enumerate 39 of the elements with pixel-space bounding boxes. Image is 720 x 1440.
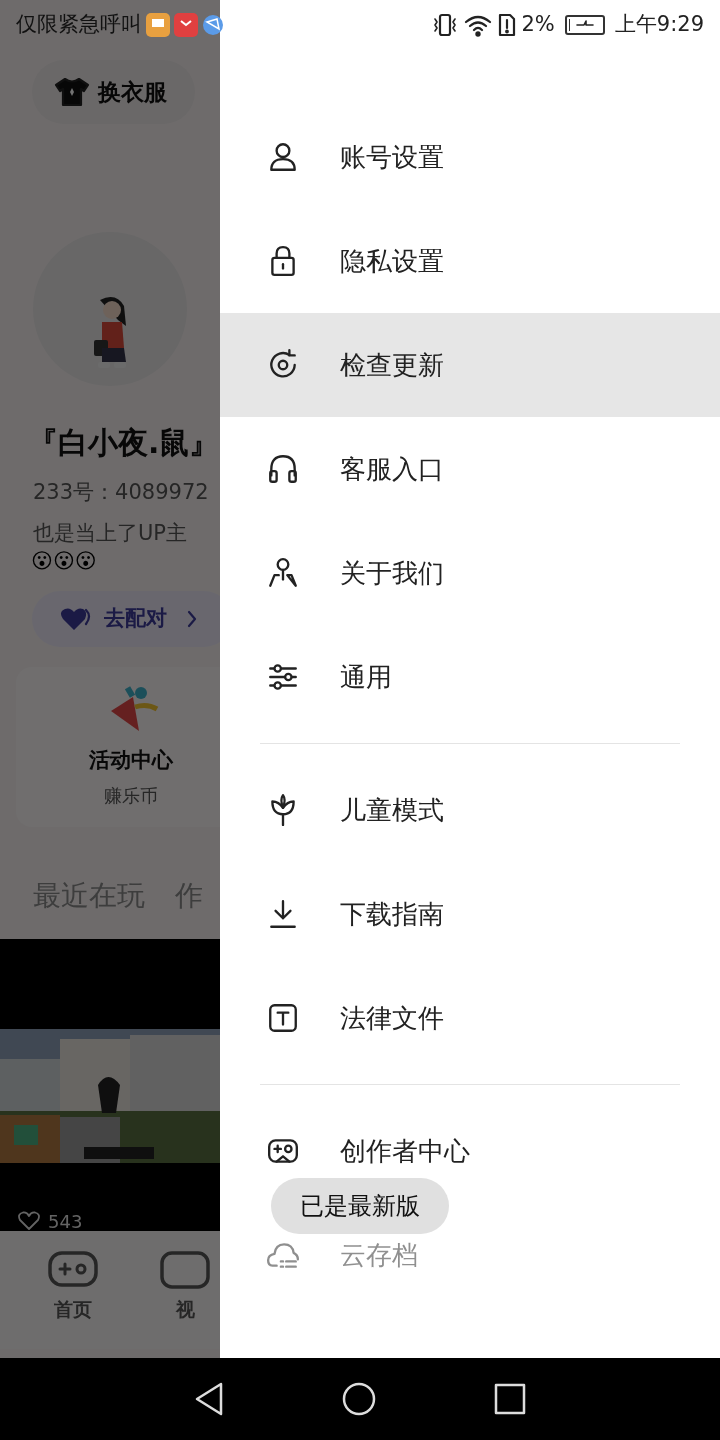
home-icon [342, 1382, 376, 1416]
app-notification-icon [174, 13, 198, 37]
user-bio: 也是当上了UP主 [33, 519, 189, 547]
menu-item[interactable]: 下载指南 [220, 894, 720, 934]
activity-title: 活动中心 [89, 746, 173, 774]
menu-item[interactable]: 法律文件 [220, 998, 720, 1038]
carrier-text: 仅限紧急呼叫 [16, 11, 142, 39]
heart-outline-icon [18, 1211, 40, 1231]
wifi-icon [463, 13, 492, 37]
menu-item[interactable]: 关于我们 [220, 553, 720, 593]
menu-item[interactable]: 创作者中心 [220, 1131, 720, 1171]
chevron-right-icon [187, 609, 197, 628]
video-player[interactable]: 543 [0, 938, 220, 1231]
menu-item[interactable]: 隐私设置 [220, 241, 720, 281]
recents-icon [494, 1383, 526, 1415]
person-pin-icon [266, 556, 300, 590]
video-icon [160, 1250, 210, 1291]
battery-percent: 2% [521, 11, 555, 39]
text-box-icon [266, 1001, 300, 1035]
back-icon [194, 1382, 224, 1416]
menu-item[interactable]: 儿童模式 [220, 790, 720, 830]
menu-item[interactable]: 通用 [220, 657, 720, 697]
emoji-row-text: 😮😮😮 [31, 547, 98, 575]
heart-icon [60, 605, 92, 632]
vibrate-icon [431, 13, 458, 37]
user-name: 『白小夜.鼠』 [28, 424, 220, 462]
activity-subtitle: 赚乐币 [104, 784, 158, 808]
menu-item[interactable]: 账号设置 [220, 137, 720, 177]
like-count: 543 [48, 1209, 83, 1234]
toast-message: 已是最新版 [271, 1178, 449, 1234]
app-notification-icon [146, 13, 170, 37]
user-id: 233号：4089972 [33, 479, 210, 506]
shirt-icon [54, 77, 90, 107]
sim-alert-icon [497, 13, 516, 37]
headset-icon [266, 452, 300, 486]
outfit-button[interactable]: 换衣服 [32, 60, 195, 124]
menu-item[interactable]: 检查更新 [220, 345, 720, 385]
clock: 上午9:29 [614, 11, 704, 39]
menu-item[interactable]: 客服入口 [220, 449, 720, 489]
